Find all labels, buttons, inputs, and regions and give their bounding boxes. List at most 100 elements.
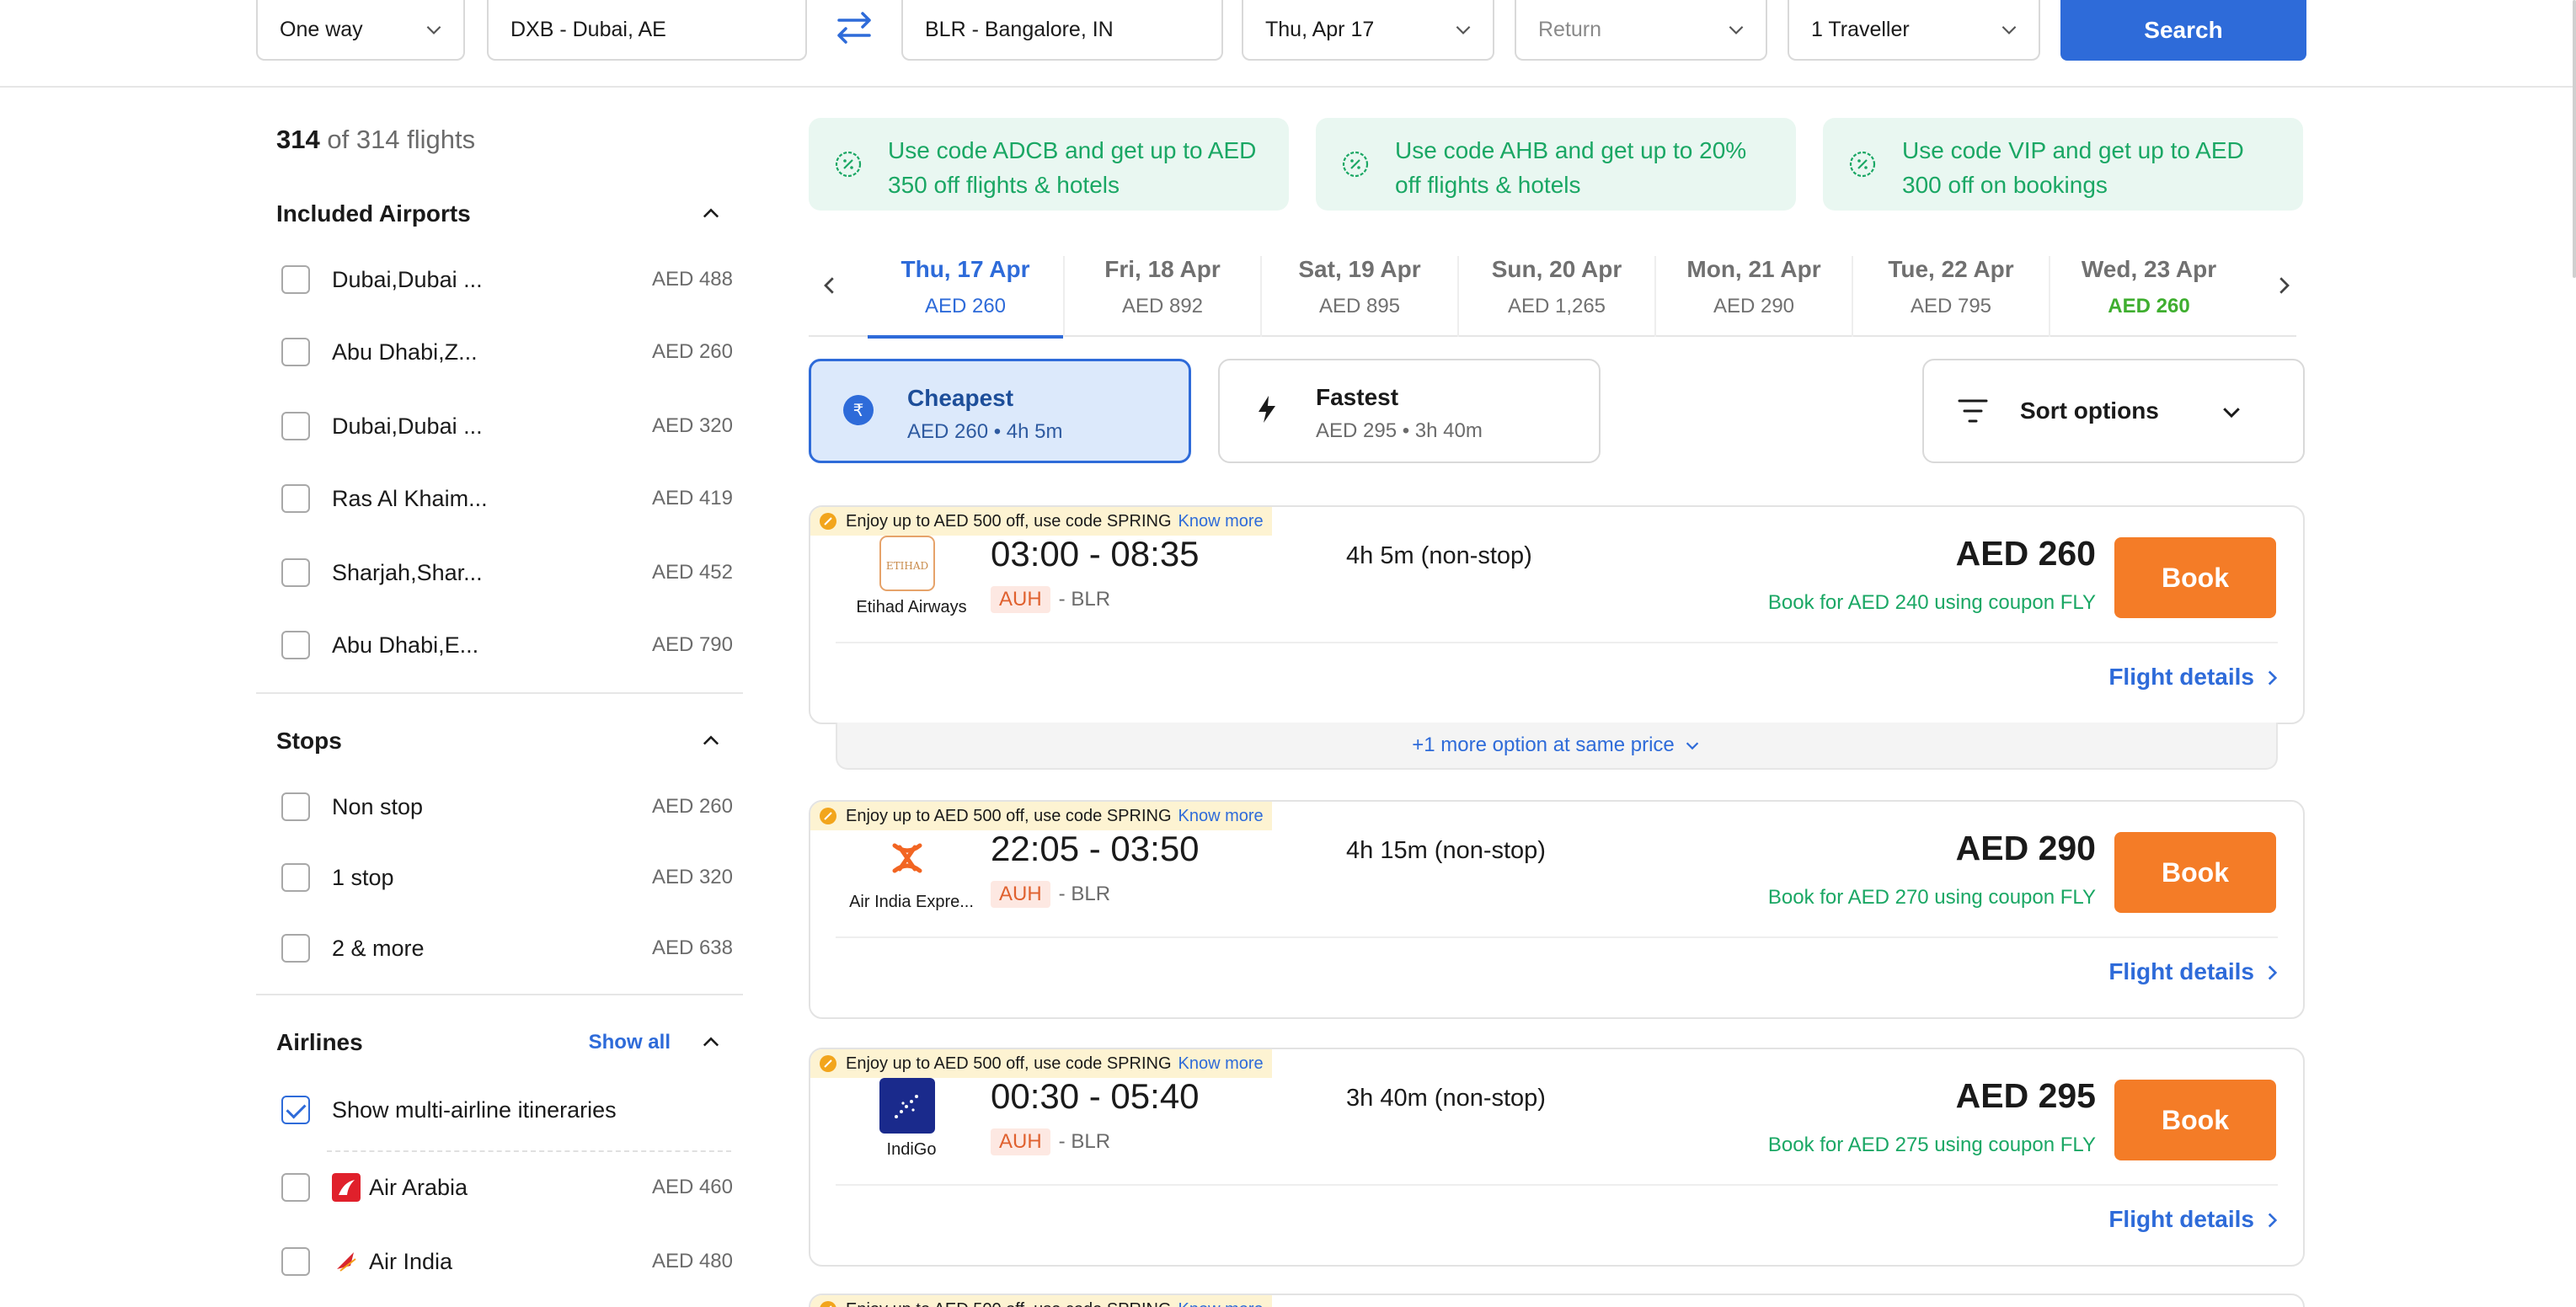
flight-card[interactable]: Enjoy up to AED 500 off, use code SPRING…: [809, 505, 2305, 724]
date-tab[interactable]: Thu, 17 Apr AED 260: [868, 256, 1065, 339]
origin-airport-badge: AUH: [991, 881, 1050, 908]
airport-filter-item[interactable]: Ras Al Khaim... AED 419: [281, 482, 733, 515]
checkbox[interactable]: [281, 338, 310, 366]
origin-field[interactable]: DXB - Dubai, AE: [487, 0, 807, 61]
chevron-left-icon[interactable]: [817, 273, 842, 298]
checkbox[interactable]: [281, 863, 310, 892]
chevron-right-icon[interactable]: [2261, 1209, 2283, 1231]
airline-filter-item[interactable]: Air India AED 480: [281, 1245, 733, 1278]
checkbox[interactable]: [281, 792, 310, 821]
date-tab[interactable]: Mon, 21 Apr AED 290: [1656, 256, 1853, 337]
airline-name: IndiGo: [886, 1140, 937, 1159]
airport-filter-item[interactable]: Dubai,Dubai ... AED 488: [281, 263, 733, 296]
date-tab[interactable]: Sat, 19 Apr AED 895: [1262, 256, 1459, 337]
airlines-filter-title: Airlines: [276, 1029, 363, 1055]
discount-badge-icon: [820, 1301, 836, 1307]
promo-card[interactable]: Use code ADCB and get up to AED 350 off …: [809, 118, 1289, 211]
book-button[interactable]: Book: [2114, 832, 2276, 913]
flight-card[interactable]: Enjoy up to AED 500 off, use code SPRING…: [809, 800, 2305, 1019]
checkbox[interactable]: [281, 484, 310, 513]
airport-filter-item[interactable]: Sharjah,Shar... AED 452: [281, 556, 733, 589]
results-count: 314 of 314 flights: [276, 125, 476, 154]
stops-filter-header[interactable]: Stops: [276, 724, 731, 758]
airport-filter-item[interactable]: Abu Dhabi,Z... AED 260: [281, 335, 733, 369]
chevron-up-icon[interactable]: [699, 1031, 723, 1054]
know-more-link[interactable]: Know more: [1178, 1054, 1264, 1074]
sort-cheapest-tab[interactable]: ₹ Cheapest AED 260 • 4h 5m: [809, 359, 1191, 463]
sort-lines-icon: [1958, 399, 1988, 423]
return-date-field[interactable]: Return: [1515, 0, 1767, 61]
destination-field[interactable]: BLR - Bangalore, IN: [901, 0, 1223, 61]
sort-fastest-tab[interactable]: Fastest AED 295 • 3h 40m: [1218, 359, 1601, 463]
checkbox[interactable]: [281, 265, 310, 294]
discount-badge-icon: [835, 151, 862, 178]
sort-options-label: Sort options: [2020, 397, 2159, 424]
airline-filter-item[interactable]: Air Arabia AED 460: [281, 1171, 733, 1204]
flight-route: AUH - BLR: [991, 881, 1110, 908]
flight-route: AUH - BLR: [991, 586, 1110, 613]
flight-duration: 4h 15m (non-stop): [1346, 837, 1546, 864]
airport-filter-item[interactable]: Abu Dhabi,E... AED 790: [281, 628, 733, 662]
stops-filter-item[interactable]: 2 & more AED 638: [281, 931, 733, 965]
checkbox[interactable]: [281, 631, 310, 659]
discount-badge-icon: [820, 513, 836, 530]
travellers-value: 1 Traveller: [1811, 17, 1910, 41]
chevron-down-icon: [1456, 25, 1471, 35]
checkbox[interactable]: [281, 934, 310, 963]
chevron-down-icon: [1686, 742, 1698, 750]
airline-name: Air India Expre...: [849, 893, 974, 911]
trip-type-select[interactable]: One way: [256, 0, 465, 61]
multi-airline-toggle[interactable]: Show multi-airline itineraries: [281, 1093, 733, 1127]
offer-banner: Enjoy up to AED 500 off, use code SPRING…: [810, 802, 1272, 830]
stops-filter-item[interactable]: Non stop AED 260: [281, 790, 733, 824]
date-tab[interactable]: Fri, 18 Apr AED 892: [1065, 256, 1262, 337]
book-button[interactable]: Book: [2114, 1080, 2276, 1160]
date-tab[interactable]: Tue, 22 Apr AED 795: [1853, 256, 2050, 337]
promo-card[interactable]: Use code AHB and get up to 20% off fligh…: [1316, 118, 1796, 211]
discount-badge-icon: [1849, 151, 1876, 178]
flight-card[interactable]: Enjoy up to AED 500 off, use code SPRING…: [809, 1048, 2305, 1267]
checkbox-checked[interactable]: [281, 1096, 310, 1124]
chevron-up-icon[interactable]: [699, 202, 723, 226]
airlines-filter-header[interactable]: Airlines Show all: [276, 1026, 731, 1059]
show-all-airlines-link[interactable]: Show all: [589, 1031, 671, 1054]
search-button[interactable]: Search: [2060, 0, 2306, 61]
know-more-link[interactable]: Know more: [1178, 512, 1264, 531]
flight-details-link[interactable]: Flight details: [2108, 1206, 2254, 1233]
promo-card[interactable]: Use code VIP and get up to AED 300 off o…: [1823, 118, 2303, 211]
know-more-link[interactable]: Know more: [1178, 807, 1264, 826]
air-india-express-logo-icon: [892, 843, 922, 873]
chevron-right-icon[interactable]: [2261, 962, 2283, 984]
swap-arrows-icon[interactable]: [829, 5, 879, 49]
date-tab[interactable]: Wed, 23 Apr AED 260: [2050, 256, 2247, 337]
flight-times: 22:05 - 03:50: [991, 829, 1200, 868]
flight-card[interactable]: Enjoy up to AED 500 off, use code SPRING…: [809, 1294, 2305, 1307]
etihad-logo-icon: ETIHAD: [879, 536, 935, 591]
divider: [327, 1150, 731, 1152]
airports-filter-header[interactable]: Included Airports: [276, 197, 731, 231]
page-scrollbar[interactable]: [2573, 0, 2576, 278]
checkbox[interactable]: [281, 558, 310, 587]
depart-date-field[interactable]: Thu, Apr 17: [1242, 0, 1494, 61]
checkbox[interactable]: [281, 412, 310, 440]
flight-details-link[interactable]: Flight details: [2108, 958, 2254, 985]
divider: [836, 936, 2278, 938]
flight-details-link[interactable]: Flight details: [2108, 664, 2254, 691]
checkbox[interactable]: [281, 1173, 310, 1202]
airport-filter-item[interactable]: Dubai,Dubai ... AED 320: [281, 409, 733, 443]
sort-options-dropdown[interactable]: Sort options: [1922, 359, 2305, 463]
travellers-select[interactable]: 1 Traveller: [1788, 0, 2040, 61]
stops-filter-item[interactable]: 1 stop AED 320: [281, 861, 733, 894]
chevron-up-icon[interactable]: [699, 729, 723, 753]
book-button[interactable]: Book: [2114, 537, 2276, 618]
airline-name: Etihad Airways: [856, 598, 967, 616]
date-tab[interactable]: Sun, 20 Apr AED 1,265: [1459, 256, 1656, 337]
air-arabia-logo-icon: [332, 1173, 361, 1202]
chevron-right-icon[interactable]: [2271, 273, 2296, 298]
checkbox[interactable]: [281, 1247, 310, 1276]
know-more-link[interactable]: Know more: [1178, 1300, 1264, 1307]
flight-price: AED 295: [1955, 1076, 2096, 1115]
origin-airport-badge: AUH: [991, 586, 1050, 613]
chevron-right-icon[interactable]: [2261, 667, 2283, 689]
more-options-toggle[interactable]: +1 more option at same price: [836, 723, 2278, 770]
